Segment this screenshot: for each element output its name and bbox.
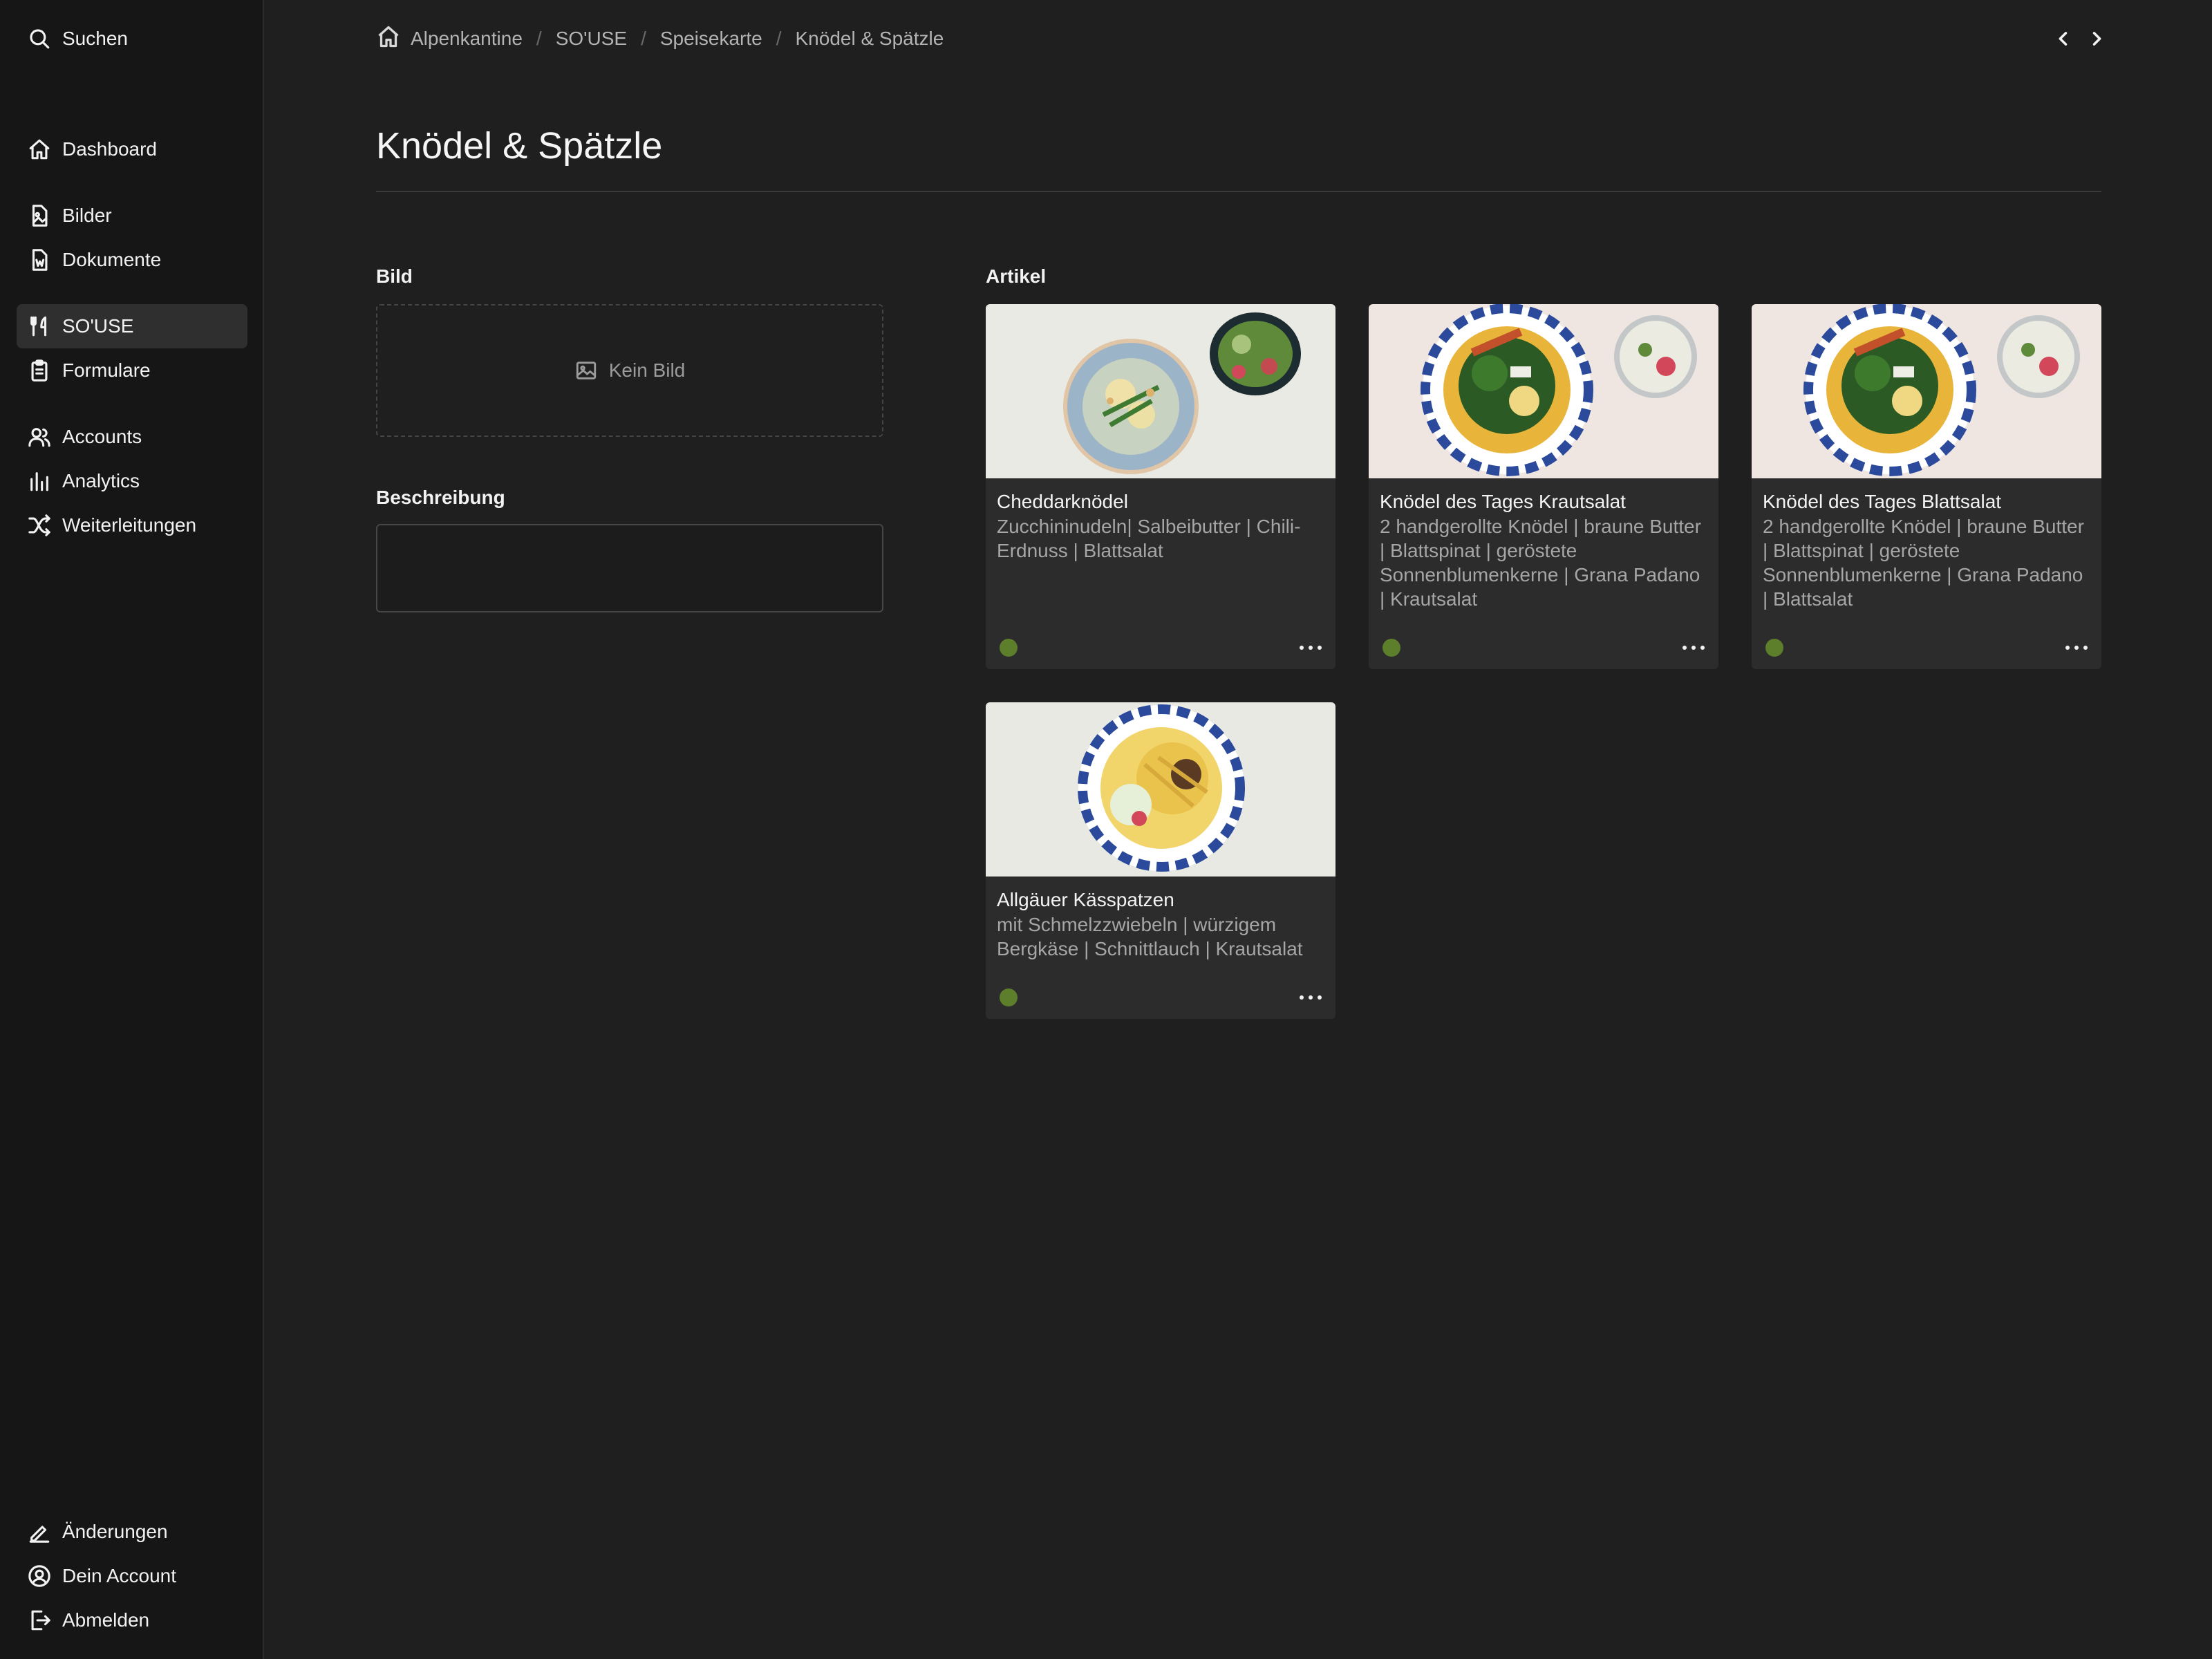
sidebar-item-dashboard[interactable]: Dashboard [17, 127, 247, 171]
image-icon [576, 362, 596, 379]
document-icon [28, 248, 51, 272]
article-description: mit Schmelzzwiebeln | würzigem Bergkäse … [997, 914, 1303, 959]
article-description: Zucchininudeln| Salbeibutter | Chili-Erd… [997, 516, 1301, 561]
article-name: Knödel des Tages Krautsalat [1380, 491, 1626, 512]
sidebar-item-dein-account[interactable]: Dein Account [17, 1554, 247, 1598]
articles-label: Artikel [986, 265, 1047, 287]
image-label: Bild [376, 265, 413, 287]
more-options-button[interactable] [2063, 639, 2090, 657]
title-divider [376, 191, 2101, 192]
breadcrumb-separator: / [536, 28, 542, 49]
sidebar-item-label: Accounts [62, 426, 142, 447]
breadcrumb-separator: / [776, 28, 782, 49]
previous-button[interactable] [2053, 25, 2074, 53]
search-label: Suchen [62, 28, 128, 49]
article-card-kaesspatzen[interactable]: Allgäuer Kässpatzen mit Schmelzzwiebeln … [986, 702, 1335, 1019]
bar-chart-icon [28, 469, 51, 493]
chevron-left-icon [2059, 32, 2068, 46]
page-title: Knödel & Spätzle [376, 125, 663, 167]
image-file-icon [28, 204, 51, 227]
search-icon [28, 27, 51, 50]
breadcrumb-separator: / [641, 28, 646, 49]
sidebar-item-label: Änderungen [62, 1521, 168, 1542]
article-photo [986, 702, 1335, 877]
status-indicator [1000, 988, 1018, 1006]
status-indicator [1765, 639, 1783, 657]
sidebar-item-aenderungen[interactable]: Änderungen [17, 1510, 247, 1554]
article-photo [986, 304, 1335, 478]
chevron-right-icon [2092, 32, 2101, 46]
sidebar-item-label: Bilder [62, 205, 112, 226]
sidebar-item-label: Analytics [62, 470, 140, 491]
sidebar-item-formulare[interactable]: Formulare [17, 348, 247, 393]
sidebar-item-label: SO'USE [62, 315, 134, 337]
pencil-icon [28, 1520, 51, 1544]
sidebar-item-label: Dokumente [62, 249, 162, 270]
clipboard-icon [28, 359, 51, 382]
article-photo [1752, 304, 2101, 478]
next-button[interactable] [2086, 25, 2107, 53]
more-options-button[interactable] [1297, 988, 1324, 1006]
main-content: Alpenkantine / SO'USE / Speisekarte / Kn… [265, 0, 2212, 1659]
article-name: Knödel des Tages Blattsalat [1763, 491, 2002, 512]
sidebar-item-analytics[interactable]: Analytics [17, 459, 247, 503]
users-icon [28, 425, 51, 449]
sidebar-item-label: Weiterleitungen [62, 514, 197, 536]
sidebar-item-weiterleitungen[interactable]: Weiterleitungen [17, 503, 247, 547]
description-input[interactable] [376, 524, 883, 612]
article-description: 2 handgerollte Knödel | braune Butter | … [1763, 516, 2084, 610]
breadcrumb-item-souse[interactable]: SO'USE [556, 28, 627, 50]
sidebar-item-dokumente[interactable]: Dokumente [17, 238, 247, 282]
sidebar-item-label: Abmelden [62, 1609, 150, 1631]
more-options-button[interactable] [1680, 639, 1707, 657]
sidebar-item-abmelden[interactable]: Abmelden [17, 1598, 247, 1642]
breadcrumb-item-alpenkantine[interactable]: Alpenkantine [411, 28, 523, 50]
shuffle-icon [28, 514, 51, 537]
image-dropzone[interactable]: Kein Bild [376, 304, 883, 437]
article-photo [1369, 304, 1718, 478]
article-card-knoedel-blattsalat[interactable]: Knödel des Tages Blattsalat 2 handgeroll… [1752, 304, 2101, 669]
app-window: Suchen Dashboard Bilder Dokumente SO'USE [0, 0, 2212, 1659]
article-name: Allgäuer Kässpatzen [997, 889, 1174, 910]
user-circle-icon [28, 1564, 51, 1588]
breadcrumb-item-current[interactable]: Knödel & Spätzle [796, 28, 944, 50]
status-indicator [1382, 639, 1400, 657]
breadcrumb-item-speisekarte[interactable]: Speisekarte [660, 28, 762, 50]
sidebar-item-label: Dein Account [62, 1565, 176, 1586]
description-label: Beschreibung [376, 487, 505, 508]
no-image-text: Kein Bild [608, 359, 686, 381]
sidebar-item-bilder[interactable]: Bilder [17, 194, 247, 238]
home-icon[interactable] [376, 24, 411, 54]
status-indicator [1000, 639, 1018, 657]
pager [2053, 25, 2107, 53]
logout-icon [28, 1609, 51, 1632]
sidebar-item-label: Formulare [62, 359, 151, 381]
article-card-knoedel-krautsalat[interactable]: Knödel des Tages Krautsalat 2 handgeroll… [1369, 304, 1718, 669]
article-description: 2 handgerollte Knödel | braune Butter | … [1380, 516, 1701, 610]
sidebar-item-accounts[interactable]: Accounts [17, 415, 247, 459]
home-icon [28, 138, 51, 161]
sidebar-item-label: Dashboard [62, 138, 157, 160]
article-name: Cheddarknödel [997, 491, 1128, 512]
sidebar: Suchen Dashboard Bilder Dokumente SO'USE [0, 0, 264, 1659]
breadcrumb: Alpenkantine / SO'USE / Speisekarte / Kn… [376, 25, 944, 53]
sidebar-item-souse[interactable]: SO'USE [17, 304, 247, 348]
fork-knife-icon [28, 315, 51, 338]
more-options-button[interactable] [1297, 639, 1324, 657]
article-card-cheddarknoedel[interactable]: Cheddarknödel Zucchininudeln| Salbeibutt… [986, 304, 1335, 669]
search-button[interactable]: Suchen [17, 17, 247, 61]
